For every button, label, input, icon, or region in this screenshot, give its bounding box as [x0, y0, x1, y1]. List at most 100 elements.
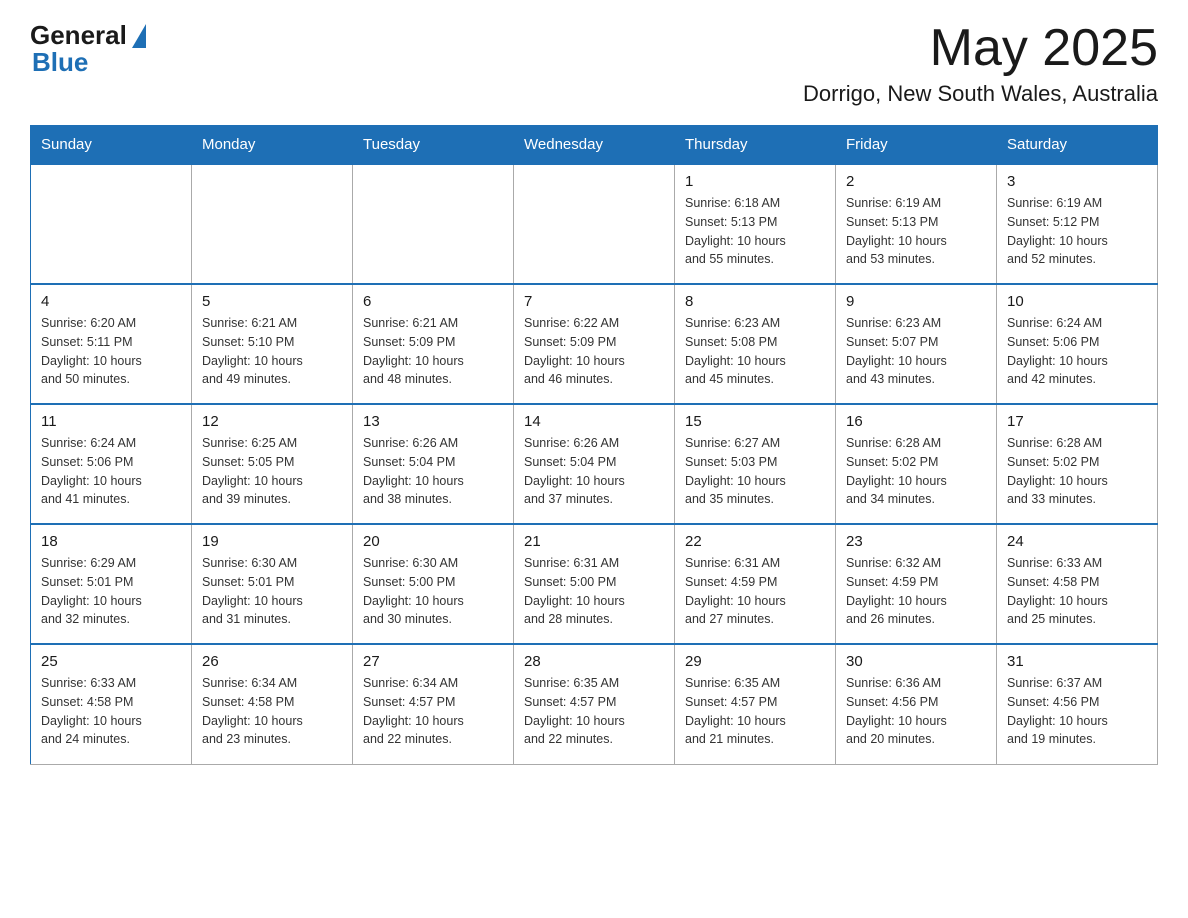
day-info: Sunrise: 6:30 AM Sunset: 5:01 PM Dayligh… [202, 554, 342, 629]
calendar-cell: 26 Sunrise: 6:34 AM Sunset: 4:58 PM Dayli… [192, 644, 353, 764]
calendar-cell: 6 Sunrise: 6:21 AM Sunset: 5:09 PM Daylig… [353, 284, 514, 404]
calendar-cell: 11 Sunrise: 6:24 AM Sunset: 5:06 PM Dayli… [31, 404, 192, 524]
calendar-cell [192, 164, 353, 284]
day-number: 22 [685, 533, 825, 550]
calendar-cell: 19 Sunrise: 6:30 AM Sunset: 5:01 PM Dayli… [192, 524, 353, 644]
day-info: Sunrise: 6:37 AM Sunset: 4:56 PM Dayligh… [1007, 674, 1147, 749]
day-info: Sunrise: 6:33 AM Sunset: 4:58 PM Dayligh… [1007, 554, 1147, 629]
day-info: Sunrise: 6:29 AM Sunset: 5:01 PM Dayligh… [41, 554, 181, 629]
day-info: Sunrise: 6:23 AM Sunset: 5:08 PM Dayligh… [685, 314, 825, 389]
day-number: 8 [685, 293, 825, 310]
day-number: 1 [685, 173, 825, 190]
title-section: May 2025 Dorrigo, New South Wales, Austr… [803, 20, 1158, 107]
calendar-cell: 29 Sunrise: 6:35 AM Sunset: 4:57 PM Dayli… [675, 644, 836, 764]
day-header-wednesday: Wednesday [514, 126, 675, 165]
day-header-friday: Friday [836, 126, 997, 165]
day-info: Sunrise: 6:26 AM Sunset: 5:04 PM Dayligh… [363, 434, 503, 509]
day-number: 19 [202, 533, 342, 550]
week-row-5: 25Sunrise: 6:33 AM Sunset: 4:58 PM Dayli… [31, 644, 1158, 764]
day-info: Sunrise: 6:28 AM Sunset: 5:02 PM Dayligh… [846, 434, 986, 509]
day-info: Sunrise: 6:30 AM Sunset: 5:00 PM Dayligh… [363, 554, 503, 629]
logo: General Blue [30, 20, 148, 78]
day-number: 29 [685, 653, 825, 670]
day-info: Sunrise: 6:21 AM Sunset: 5:10 PM Dayligh… [202, 314, 342, 389]
day-header-saturday: Saturday [997, 126, 1158, 165]
calendar-cell: 13Sunrise: 6:26 AM Sunset: 5:04 PM Dayli… [353, 404, 514, 524]
day-number: 14 [524, 413, 664, 430]
day-number: 17 [1007, 413, 1147, 430]
day-header-thursday: Thursday [675, 126, 836, 165]
location-title: Dorrigo, New South Wales, Australia [803, 81, 1158, 107]
day-number: 21 [524, 533, 664, 550]
week-row-2: 4 Sunrise: 6:20 AM Sunset: 5:11 PM Daylig… [31, 284, 1158, 404]
day-number: 10 [1007, 293, 1147, 310]
calendar-cell: 28 Sunrise: 6:35 AM Sunset: 4:57 PM Dayli… [514, 644, 675, 764]
day-info: Sunrise: 6:28 AM Sunset: 5:02 PM Dayligh… [1007, 434, 1147, 509]
logo-triangle-icon [132, 24, 146, 48]
day-number: 5 [202, 293, 342, 310]
day-info: Sunrise: 6:21 AM Sunset: 5:09 PM Dayligh… [363, 314, 503, 389]
calendar-cell: 31 Sunrise: 6:37 AM Sunset: 4:56 PM Dayli… [997, 644, 1158, 764]
day-info: Sunrise: 6:31 AM Sunset: 5:00 PM Dayligh… [524, 554, 664, 629]
day-header-monday: Monday [192, 126, 353, 165]
day-number: 7 [524, 293, 664, 310]
day-number: 28 [524, 653, 664, 670]
calendar-cell: 23Sunrise: 6:32 AM Sunset: 4:59 PM Dayli… [836, 524, 997, 644]
calendar-cell: 3Sunrise: 6:19 AM Sunset: 5:12 PM Daylig… [997, 164, 1158, 284]
day-info: Sunrise: 6:31 AM Sunset: 4:59 PM Dayligh… [685, 554, 825, 629]
calendar-cell: 8 Sunrise: 6:23 AM Sunset: 5:08 PM Daylig… [675, 284, 836, 404]
day-number: 24 [1007, 533, 1147, 550]
day-info: Sunrise: 6:32 AM Sunset: 4:59 PM Dayligh… [846, 554, 986, 629]
day-number: 3 [1007, 173, 1147, 190]
month-title: May 2025 [803, 20, 1158, 77]
day-info: Sunrise: 6:19 AM Sunset: 5:13 PM Dayligh… [846, 194, 986, 269]
calendar-cell: 21 Sunrise: 6:31 AM Sunset: 5:00 PM Dayli… [514, 524, 675, 644]
calendar-cell: 22 Sunrise: 6:31 AM Sunset: 4:59 PM Dayli… [675, 524, 836, 644]
day-info: Sunrise: 6:25 AM Sunset: 5:05 PM Dayligh… [202, 434, 342, 509]
day-info: Sunrise: 6:35 AM Sunset: 4:57 PM Dayligh… [685, 674, 825, 749]
day-info: Sunrise: 6:33 AM Sunset: 4:58 PM Dayligh… [41, 674, 181, 749]
day-number: 16 [846, 413, 986, 430]
calendar-cell: 7 Sunrise: 6:22 AM Sunset: 5:09 PM Daylig… [514, 284, 675, 404]
calendar-cell [353, 164, 514, 284]
day-number: 31 [1007, 653, 1147, 670]
calendar-cell: 1 Sunrise: 6:18 AM Sunset: 5:13 PM Daylig… [675, 164, 836, 284]
day-number: 18 [41, 533, 181, 550]
days-header-row: SundayMondayTuesdayWednesdayThursdayFrid… [31, 126, 1158, 165]
day-info: Sunrise: 6:27 AM Sunset: 5:03 PM Dayligh… [685, 434, 825, 509]
calendar-cell: 15 Sunrise: 6:27 AM Sunset: 5:03 PM Dayli… [675, 404, 836, 524]
calendar-cell: 10Sunrise: 6:24 AM Sunset: 5:06 PM Dayli… [997, 284, 1158, 404]
day-info: Sunrise: 6:22 AM Sunset: 5:09 PM Dayligh… [524, 314, 664, 389]
day-info: Sunrise: 6:35 AM Sunset: 4:57 PM Dayligh… [524, 674, 664, 749]
page-header: General Blue May 2025 Dorrigo, New South… [30, 20, 1158, 107]
calendar-cell [514, 164, 675, 284]
day-info: Sunrise: 6:36 AM Sunset: 4:56 PM Dayligh… [846, 674, 986, 749]
calendar-cell: 25Sunrise: 6:33 AM Sunset: 4:58 PM Dayli… [31, 644, 192, 764]
day-info: Sunrise: 6:23 AM Sunset: 5:07 PM Dayligh… [846, 314, 986, 389]
day-header-tuesday: Tuesday [353, 126, 514, 165]
day-number: 2 [846, 173, 986, 190]
day-number: 12 [202, 413, 342, 430]
day-info: Sunrise: 6:24 AM Sunset: 5:06 PM Dayligh… [41, 434, 181, 509]
calendar-cell: 27Sunrise: 6:34 AM Sunset: 4:57 PM Dayli… [353, 644, 514, 764]
day-number: 11 [41, 413, 181, 430]
calendar-cell: 9 Sunrise: 6:23 AM Sunset: 5:07 PM Daylig… [836, 284, 997, 404]
day-info: Sunrise: 6:34 AM Sunset: 4:58 PM Dayligh… [202, 674, 342, 749]
day-number: 15 [685, 413, 825, 430]
day-number: 6 [363, 293, 503, 310]
day-number: 26 [202, 653, 342, 670]
calendar-table: SundayMondayTuesdayWednesdayThursdayFrid… [30, 125, 1158, 765]
day-number: 4 [41, 293, 181, 310]
calendar-cell: 20 Sunrise: 6:30 AM Sunset: 5:00 PM Dayli… [353, 524, 514, 644]
day-number: 20 [363, 533, 503, 550]
week-row-3: 11 Sunrise: 6:24 AM Sunset: 5:06 PM Dayli… [31, 404, 1158, 524]
day-info: Sunrise: 6:34 AM Sunset: 4:57 PM Dayligh… [363, 674, 503, 749]
calendar-cell: 14 Sunrise: 6:26 AM Sunset: 5:04 PM Dayli… [514, 404, 675, 524]
week-row-1: 1 Sunrise: 6:18 AM Sunset: 5:13 PM Daylig… [31, 164, 1158, 284]
day-info: Sunrise: 6:26 AM Sunset: 5:04 PM Dayligh… [524, 434, 664, 509]
day-info: Sunrise: 6:18 AM Sunset: 5:13 PM Dayligh… [685, 194, 825, 269]
calendar-cell: 24 Sunrise: 6:33 AM Sunset: 4:58 PM Dayli… [997, 524, 1158, 644]
day-number: 9 [846, 293, 986, 310]
calendar-cell: 18 Sunrise: 6:29 AM Sunset: 5:01 PM Dayli… [31, 524, 192, 644]
day-info: Sunrise: 6:20 AM Sunset: 5:11 PM Dayligh… [41, 314, 181, 389]
